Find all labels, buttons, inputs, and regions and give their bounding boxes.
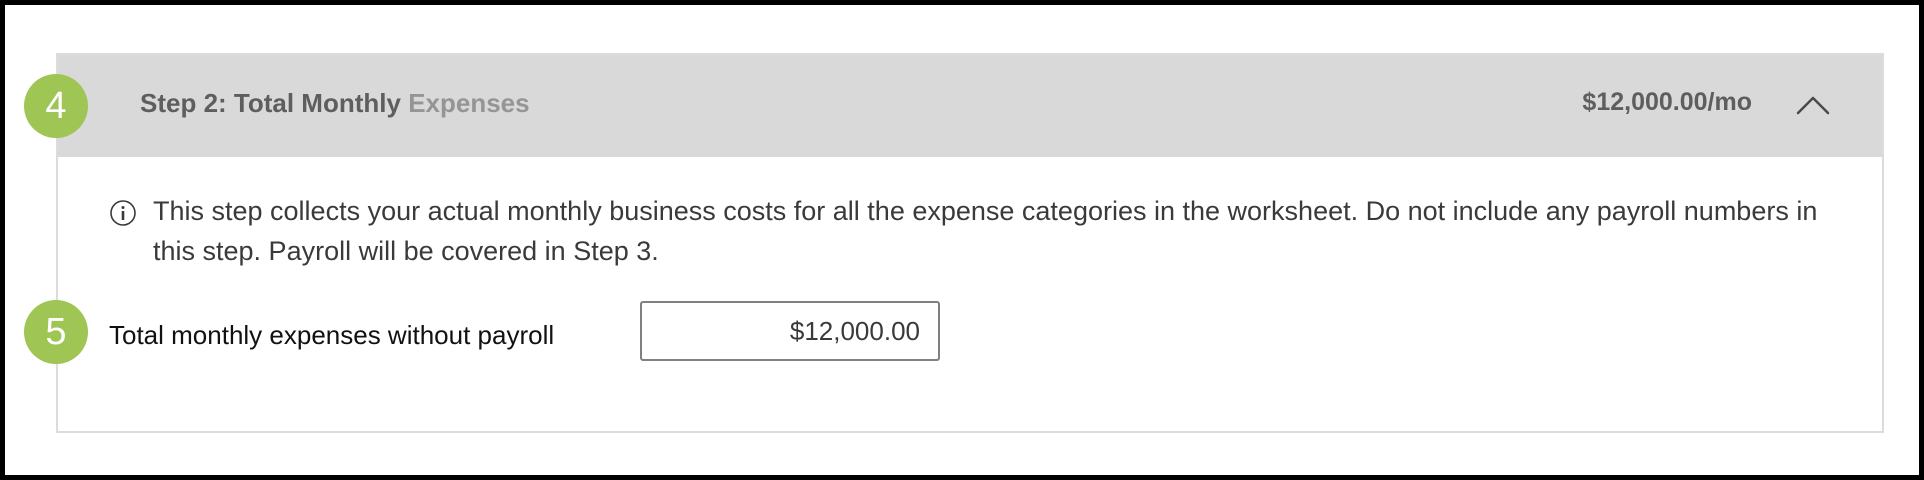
info-icon (110, 200, 136, 226)
step-title-sub: Expenses (408, 88, 530, 118)
screenshot-frame: Step 2: Total Monthly Expenses $12,000.0… (0, 0, 1924, 480)
step-header[interactable]: Step 2: Total Monthly Expenses $12,000.0… (58, 55, 1882, 157)
annotation-badge-5: 5 (24, 300, 88, 364)
annotation-badge-4: 4 (24, 74, 88, 138)
info-text: This step collects your actual monthly b… (153, 196, 1818, 266)
expenses-input[interactable] (640, 301, 940, 361)
chevron-up-icon (1796, 96, 1830, 115)
step-title-main: Step 2: Total Monthly (140, 88, 401, 118)
step-title: Step 2: Total Monthly Expenses (140, 88, 530, 119)
expenses-step-panel: Step 2: Total Monthly Expenses $12,000.0… (56, 53, 1884, 433)
monthly-total: $12,000.00/mo (1582, 88, 1752, 116)
expenses-field-label: Total monthly expenses without payroll (109, 320, 555, 350)
collapse-button[interactable] (1786, 79, 1840, 133)
